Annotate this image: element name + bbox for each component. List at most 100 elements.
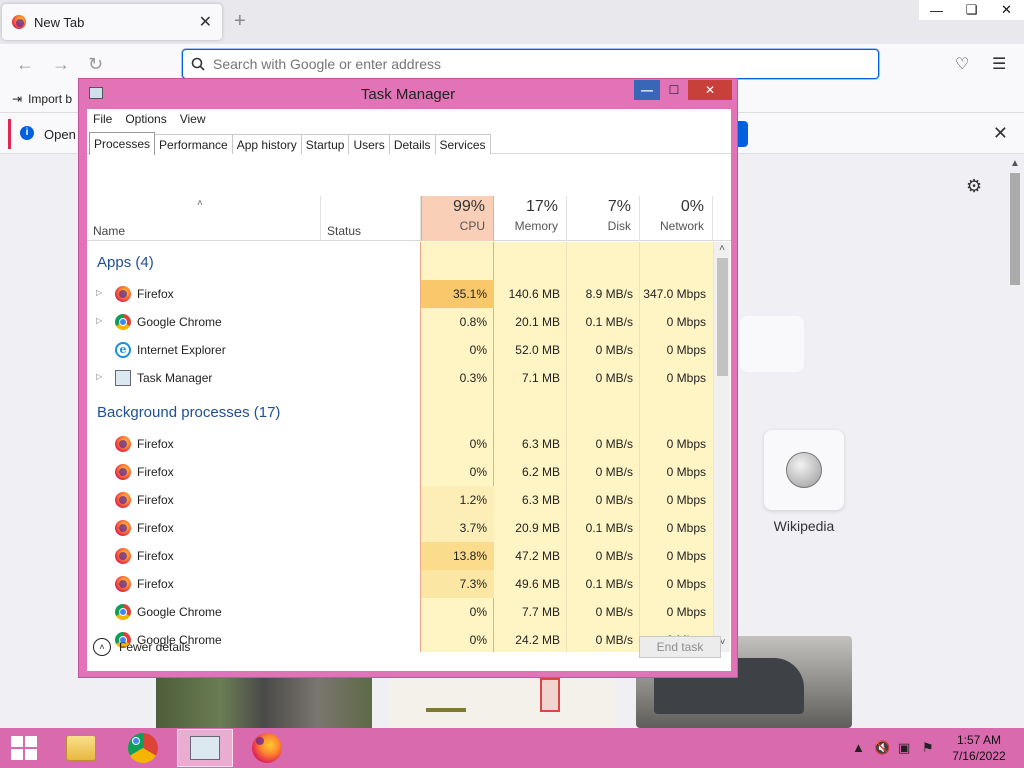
column-memory[interactable]: 17% Memory — [494, 196, 567, 241]
process-row[interactable]: Firefox 7.3% 49.6 MB 0.1 MB/s 0 Mbps — [87, 570, 713, 598]
expand-chevron-icon[interactable]: ▷ — [96, 288, 102, 297]
column-cpu[interactable]: 99% CPU — [421, 196, 494, 241]
clock[interactable]: 1:57 AM 7/16/2022 — [948, 732, 1010, 764]
process-memory: 6.3 MB — [521, 437, 560, 451]
url-bar[interactable] — [182, 49, 879, 79]
task-manager-icon — [115, 370, 131, 386]
process-memory: 6.2 MB — [521, 465, 560, 479]
process-row[interactable]: ▷ Firefox 35.1% 140.6 MB 8.9 MB/s 347.0 Mbps — [87, 280, 713, 308]
taskbar-firefox[interactable] — [239, 729, 295, 767]
action-center-icon[interactable]: ⚑ — [922, 740, 934, 756]
memory-total: 17% — [525, 198, 558, 215]
tab-startup[interactable]: Startup — [300, 134, 350, 154]
process-disk: 0 MB/s — [595, 633, 633, 647]
process-row[interactable]: Firefox 0% 6.3 MB 0 MB/s 0 Mbps — [87, 430, 713, 458]
process-row[interactable]: Google Chrome 0% 7.7 MB 0 MB/s 0 Mbps — [87, 598, 713, 626]
process-cpu: 1.2% — [421, 486, 494, 514]
process-list-scrollbar[interactable]: ˄ ˅ — [713, 242, 730, 652]
menu-file[interactable]: File — [93, 112, 112, 126]
page-scrollbar[interactable]: ▲ — [1008, 158, 1022, 724]
volume-muted-icon[interactable]: 🔇 — [874, 740, 890, 756]
tab-details[interactable]: Details — [388, 134, 436, 154]
process-row[interactable]: Firefox 1.2% 6.3 MB 0 MB/s 0 Mbps — [87, 486, 713, 514]
tab-close-icon[interactable]: ✕ — [199, 12, 212, 32]
forward-icon[interactable]: → — [52, 54, 70, 75]
group-header-background[interactable]: Background processes (17) — [97, 404, 280, 421]
process-row[interactable]: e Internet Explorer 0% 52.0 MB 0 MB/s 0 Mbps — [87, 336, 713, 364]
column-name[interactable]: Name — [93, 224, 125, 238]
firefox-icon — [115, 464, 131, 480]
process-network: 0 Mbps — [666, 493, 706, 507]
process-network: 0 Mbps — [666, 549, 706, 563]
url-input[interactable] — [213, 56, 853, 72]
end-task-button[interactable]: End task — [639, 636, 721, 658]
firefox-icon — [115, 520, 131, 536]
top-site-tile[interactable] — [740, 316, 804, 372]
gear-icon[interactable]: ⚙ — [966, 176, 982, 197]
close-button[interactable]: ✕ — [989, 0, 1024, 20]
import-icon: ⇥ — [12, 92, 23, 106]
scrollbar-thumb[interactable] — [1010, 173, 1020, 285]
tab-users[interactable]: Users — [348, 134, 390, 154]
network-icon[interactable]: ▣ — [898, 740, 910, 756]
minimize-button[interactable]: — — [919, 0, 954, 20]
process-row[interactable]: Firefox 0% 6.2 MB 0 MB/s 0 Mbps — [87, 458, 713, 486]
column-status[interactable]: Status — [327, 224, 361, 238]
footer: ˄ Fewer details End task — [87, 636, 731, 671]
maximize-button[interactable]: ☐ — [661, 80, 687, 100]
import-bookmarks-link[interactable]: Import b — [28, 92, 72, 106]
tab-performance[interactable]: Performance — [154, 134, 233, 154]
column-disk[interactable]: 7% Disk — [567, 196, 640, 241]
taskbar-file-explorer[interactable] — [53, 729, 109, 767]
scroll-up-icon[interactable]: ˄ — [714, 242, 730, 256]
expand-chevron-icon[interactable]: ▷ — [96, 316, 102, 325]
reload-icon[interactable]: ↻ — [88, 54, 103, 75]
process-memory: 47.2 MB — [515, 549, 560, 563]
process-row[interactable]: Firefox 3.7% 20.9 MB 0.1 MB/s 0 Mbps — [87, 514, 713, 542]
scrollbar-thumb[interactable] — [717, 258, 728, 376]
restore-button[interactable]: ❏ — [954, 0, 989, 20]
process-network: 0 Mbps — [666, 521, 706, 535]
clock-time: 1:57 AM — [956, 733, 1002, 747]
tab-processes[interactable]: Processes — [89, 132, 156, 155]
process-row[interactable]: ▷ Google Chrome 0.8% 20.1 MB 0.1 MB/s 0 Mbps — [87, 308, 713, 336]
back-icon[interactable]: ← — [16, 54, 34, 75]
taskbar-chrome[interactable] — [115, 729, 171, 767]
tab-services[interactable]: Services — [434, 134, 491, 154]
process-name: Firefox — [137, 287, 174, 301]
process-row[interactable]: ▷ Task Manager 0.3% 7.1 MB 0 MB/s 0 Mbps — [87, 364, 713, 392]
new-tab-button[interactable]: + — [234, 10, 246, 33]
column-network[interactable]: 0% Network — [640, 196, 713, 241]
process-disk: 0 MB/s — [595, 437, 633, 451]
process-memory: 20.9 MB — [515, 521, 560, 535]
process-network: 0 Mbps — [666, 437, 706, 451]
close-button[interactable]: ✕ — [688, 80, 732, 100]
notification-close-icon[interactable]: ✕ — [993, 123, 1008, 144]
process-network: 0 Mbps — [666, 315, 706, 329]
expand-chevron-icon[interactable]: ▷ — [96, 372, 102, 381]
search-icon — [191, 57, 205, 71]
menu-icon[interactable]: ☰ — [992, 54, 1006, 74]
taskbar-task-manager[interactable] — [177, 729, 233, 767]
minimize-button[interactable]: — — [634, 80, 660, 100]
top-site-label[interactable]: Wikipedia — [764, 518, 844, 534]
title-bar[interactable]: Task Manager — ☐ ✕ — [79, 79, 737, 107]
wikipedia-tile[interactable] — [764, 430, 844, 510]
firefox-icon — [252, 733, 282, 763]
group-header-apps[interactable]: Apps (4) — [97, 254, 154, 271]
scroll-up-icon[interactable]: ▲ — [1008, 158, 1022, 169]
process-memory: 24.2 MB — [515, 633, 560, 647]
process-row[interactable]: Firefox 13.8% 47.2 MB 0 MB/s 0 Mbps — [87, 542, 713, 570]
fewer-details-button[interactable]: ˄ Fewer details — [93, 638, 190, 656]
process-name: Firefox — [137, 437, 174, 451]
menu-view[interactable]: View — [180, 112, 206, 126]
network-label: Network — [659, 219, 704, 233]
pocket-icon[interactable]: ♡ — [955, 54, 969, 74]
process-cpu: 0% — [469, 343, 487, 357]
tab-app-history[interactable]: App history — [231, 134, 302, 154]
menu-options[interactable]: Options — [125, 112, 166, 126]
start-button[interactable] — [8, 736, 38, 760]
cpu-total: 99% — [452, 198, 485, 215]
browser-tab[interactable]: New Tab ✕ — [2, 4, 222, 40]
show-hidden-icons-icon[interactable]: ▲ — [852, 740, 865, 755]
